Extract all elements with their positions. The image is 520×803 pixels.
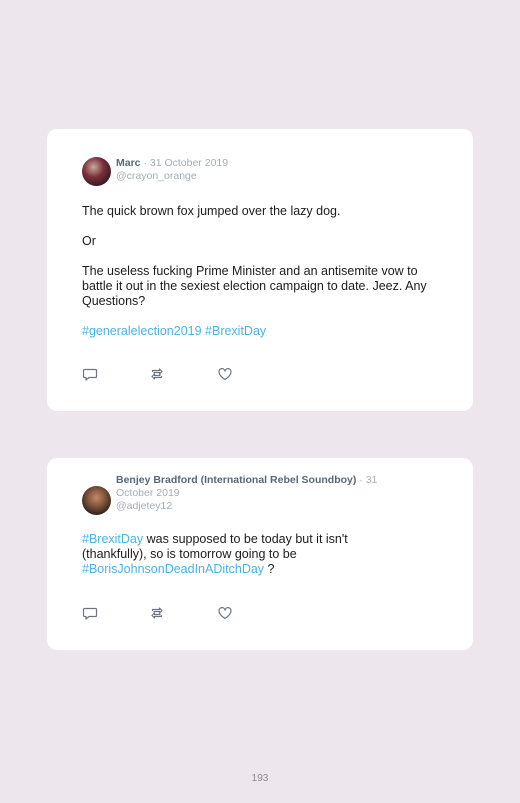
tweet-actions [82, 605, 252, 621]
tweet-paragraph: The useless fucking Prime Minister and a… [82, 264, 427, 308]
meta-separator: · [359, 474, 363, 486]
page-number: 193 [251, 773, 269, 784]
reply-icon[interactable] [82, 605, 98, 621]
tweet-hashtags: #generalelection2019 #BrexitDay [82, 324, 442, 339]
tweet-date[interactable]: 31 October 2019 [150, 157, 228, 169]
hashtag-link[interactable]: #BorisJohnsonDeadInADitchDay [82, 562, 264, 576]
tweet-meta: Marc · 31 October 2019 @crayon_orange [116, 157, 416, 183]
tweet-body: The quick brown fox jumped over the lazy… [82, 204, 442, 354]
retweet-icon[interactable] [149, 605, 165, 621]
tweet-actions [82, 366, 252, 382]
reply-icon[interactable] [82, 366, 98, 382]
like-icon[interactable] [217, 366, 233, 382]
tweet-meta: Benjey Bradford (International Rebel Sou… [116, 474, 416, 513]
hashtag-link[interactable]: #generalelection2019 [82, 324, 202, 338]
author-name[interactable]: Benjey Bradford (International Rebel Sou… [116, 474, 356, 486]
author-handle[interactable]: @crayon_orange [116, 170, 416, 183]
tweet-text: ? [264, 562, 275, 576]
tweet-card: Benjey Bradford (International Rebel Sou… [47, 458, 473, 650]
meta-separator: · [143, 157, 147, 169]
hashtag-link[interactable]: #BrexitDay [205, 324, 266, 338]
retweet-icon[interactable] [149, 366, 165, 382]
tweet-body: #BrexitDay was supposed to be today but … [82, 532, 382, 592]
hashtag-link[interactable]: #BrexitDay [82, 532, 143, 546]
avatar[interactable] [82, 486, 111, 515]
avatar[interactable] [82, 157, 111, 186]
tweet-paragraph: Or [82, 234, 96, 248]
author-handle[interactable]: @adjetey12 [116, 500, 416, 513]
author-name[interactable]: Marc [116, 157, 141, 169]
like-icon[interactable] [217, 605, 233, 621]
tweet-paragraph: #BrexitDay was supposed to be today but … [82, 532, 382, 577]
tweet-paragraph: The quick brown fox jumped over the lazy… [82, 204, 341, 218]
tweet-card: Marc · 31 October 2019 @crayon_orange Th… [47, 129, 473, 411]
